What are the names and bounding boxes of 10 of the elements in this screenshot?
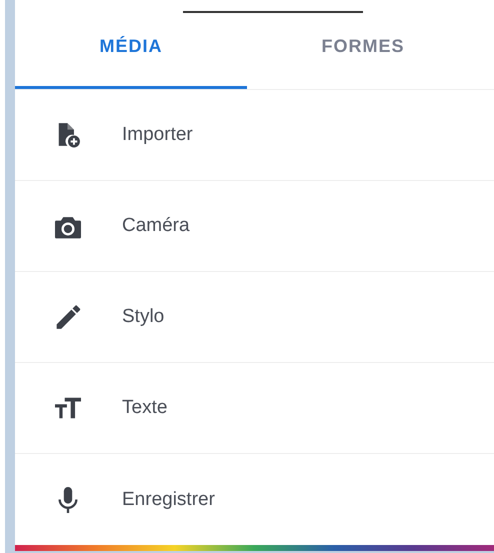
pencil-icon: [55, 304, 81, 330]
drag-handle[interactable]: [183, 11, 363, 13]
menu-item[interactable]: Texte: [15, 363, 494, 454]
tab[interactable]: MÉDIA: [15, 14, 247, 89]
menu-item[interactable]: Caméra: [15, 181, 494, 272]
menu-item[interactable]: Stylo: [15, 272, 494, 363]
text-size-icon: [55, 395, 81, 421]
menu-item[interactable]: Importer: [15, 90, 494, 181]
menu-item[interactable]: Enregistrer: [15, 454, 494, 545]
tab[interactable]: FORMES: [247, 14, 479, 89]
